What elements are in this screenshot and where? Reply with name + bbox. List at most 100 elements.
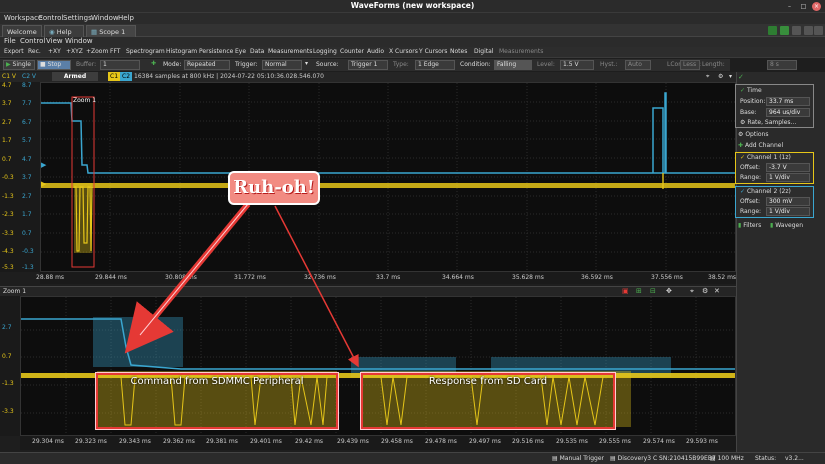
y-tick: 2.7 (2, 119, 12, 126)
tab-help[interactable]: ◉ Help (44, 25, 84, 37)
x-tick: 29.478 ms (425, 438, 457, 445)
x-tick: 29.42 ms (295, 438, 324, 445)
maximize-icon[interactable]: □ (799, 2, 808, 11)
minimize-icon[interactable]: – (785, 2, 794, 11)
tab-welcome[interactable]: Welcome ✚ (2, 25, 42, 48)
menu-view[interactable]: View (46, 37, 63, 45)
notes-button[interactable]: Notes (450, 48, 467, 55)
check-icon[interactable]: ✓ (740, 87, 745, 94)
wavegen-button[interactable]: ▮ Wavegen (770, 222, 803, 229)
export-button[interactable]: Export (4, 48, 24, 55)
menu-control[interactable]: Control (38, 14, 63, 22)
settings-icon[interactable]: ⚙ (716, 72, 725, 81)
run-icon[interactable] (768, 26, 777, 35)
persistence-button[interactable]: Persistence (199, 48, 233, 55)
menu-settings[interactable]: Settings (63, 14, 92, 22)
y-tick: 0.7 (2, 156, 12, 163)
stop-button[interactable]: ■ Stop (37, 60, 71, 70)
y-tick: -1.3 (2, 380, 14, 387)
length-field[interactable]: 8 s (767, 60, 797, 70)
settings-icon[interactable]: ⚙ (702, 287, 708, 295)
scope-menu-bar: File Control View Window (0, 37, 825, 47)
data-button[interactable]: Data (250, 48, 264, 55)
trigger-select[interactable]: Normal (262, 60, 302, 70)
frequency-indicator[interactable]: ▤ 100 MHz (710, 455, 744, 462)
position-field[interactable]: 33.7 ms (766, 97, 810, 106)
y-cursors-button[interactable]: Y Cursors (419, 48, 447, 55)
zoom-button[interactable]: +Zoom (86, 48, 108, 55)
logging-button[interactable]: Logging (313, 48, 337, 55)
zoom-select-icon[interactable]: ▣ (622, 287, 629, 295)
eye-button[interactable]: Eye (235, 48, 246, 55)
condition-select[interactable]: Falling (494, 60, 532, 70)
measurements-tab[interactable]: Measurements (499, 48, 543, 55)
scope-status-row: C1 V C2 V Armed C1 C2 16384 samples at 8… (0, 72, 736, 82)
audio-button[interactable]: Audio (367, 48, 384, 55)
menu-window[interactable]: Window (65, 37, 93, 45)
close-icon[interactable]: ✕ (714, 287, 720, 295)
histogram-button[interactable]: Histogram (166, 48, 197, 55)
level-field[interactable]: 1.5 V (560, 60, 594, 70)
tab-scope[interactable]: ▦ Scope 1 × (86, 25, 136, 48)
filters-button[interactable]: ▮ Filters (738, 222, 761, 229)
menu-window[interactable]: Window (91, 14, 119, 22)
tab-label: Welcome (7, 28, 37, 36)
device-icon[interactable] (780, 26, 789, 35)
cursor-icon[interactable]: ⌖ (690, 287, 694, 296)
status-label: Status: (755, 455, 777, 462)
fft-button[interactable]: FFT (110, 48, 120, 55)
zoom-panel-title: Zoom 1 (3, 288, 27, 295)
clock-icon: ▤ (710, 455, 716, 462)
options-button[interactable]: ⚙ Options (738, 131, 768, 138)
check-icon[interactable]: ✓ (740, 154, 745, 161)
pin-icon[interactable] (792, 26, 801, 35)
hyst-field[interactable]: Auto (625, 60, 651, 70)
single-button[interactable]: ▶ Single (3, 60, 35, 70)
menu-control[interactable]: Control (20, 37, 45, 45)
xy-button[interactable]: +XY (48, 48, 61, 55)
zoom-out-icon[interactable]: ⊟ (650, 287, 656, 295)
check-icon[interactable]: ✓ (740, 188, 745, 195)
base-field[interactable]: 964 us/div (766, 108, 810, 117)
zoom-in-icon[interactable]: ⊞ (636, 287, 642, 295)
tab-close-icon[interactable] (814, 26, 823, 35)
wavegen-label: Wavegen (775, 222, 804, 229)
measurements-button[interactable]: Measurements (268, 48, 312, 55)
pan-icon[interactable]: ✥ (666, 287, 672, 295)
ch1-range-field[interactable]: 1 V/div (766, 173, 810, 182)
spectrogram-button[interactable]: Spectrogram (126, 48, 165, 55)
close-icon[interactable]: × (812, 2, 821, 11)
counter-button[interactable]: Counter (340, 48, 364, 55)
c1-marker-icon[interactable]: ▶ (41, 180, 46, 188)
add-icon[interactable]: ✚ (151, 60, 156, 67)
instrument-toolbar: Export Rec. +XY +XYZ +Zoom FFT Spectrogr… (0, 47, 825, 58)
lcondition-select[interactable]: Less (680, 60, 700, 70)
digital-button[interactable]: Digital (474, 48, 493, 55)
restore-icon[interactable] (804, 26, 813, 35)
rate-samples-button[interactable]: ⚙ Rate, Samples... (740, 119, 796, 126)
add-channel-button[interactable]: ✚ Add Channel (738, 142, 783, 149)
ch2-offset-field[interactable]: 300 mV (766, 197, 810, 206)
manual-trigger-button[interactable]: ▤ Manual Trigger (552, 455, 604, 462)
panel-toggle-icon[interactable]: ✓ (738, 73, 744, 81)
chevron-down-icon[interactable]: ▾ (727, 72, 734, 81)
x-cursors-button[interactable]: X Cursors (389, 48, 418, 55)
source-select[interactable]: Trigger 1 (348, 60, 388, 70)
menu-help[interactable]: Help (118, 14, 134, 22)
main-plot[interactable]: Zoom 1 ▶ ▶ (40, 82, 736, 272)
menu-workspace[interactable]: Workspace (4, 14, 42, 22)
mode-select[interactable]: Repeated (184, 60, 230, 70)
ch1-offset-field[interactable]: -3.7 V (766, 163, 810, 172)
ch2-range-field[interactable]: 1 V/div (766, 207, 810, 216)
zoom-tool-icon[interactable]: ⌖ (704, 72, 711, 81)
trigger-mode-icon[interactable]: ▾ (305, 60, 308, 67)
time-title: ✓ Time (740, 87, 762, 94)
c2-marker-icon[interactable]: ▶ (41, 161, 46, 169)
device-indicator[interactable]: ▤ Discovery3 C SN:210415B99EB7 (610, 455, 716, 462)
rec-button[interactable]: Rec. (28, 48, 41, 55)
menu-file[interactable]: File (4, 37, 16, 45)
type-select[interactable]: 1 Edge (415, 60, 455, 70)
xyz-button[interactable]: +XYZ (66, 48, 83, 55)
buffer-field[interactable]: 1 (100, 60, 140, 70)
armed-badge: Armed (52, 72, 98, 81)
